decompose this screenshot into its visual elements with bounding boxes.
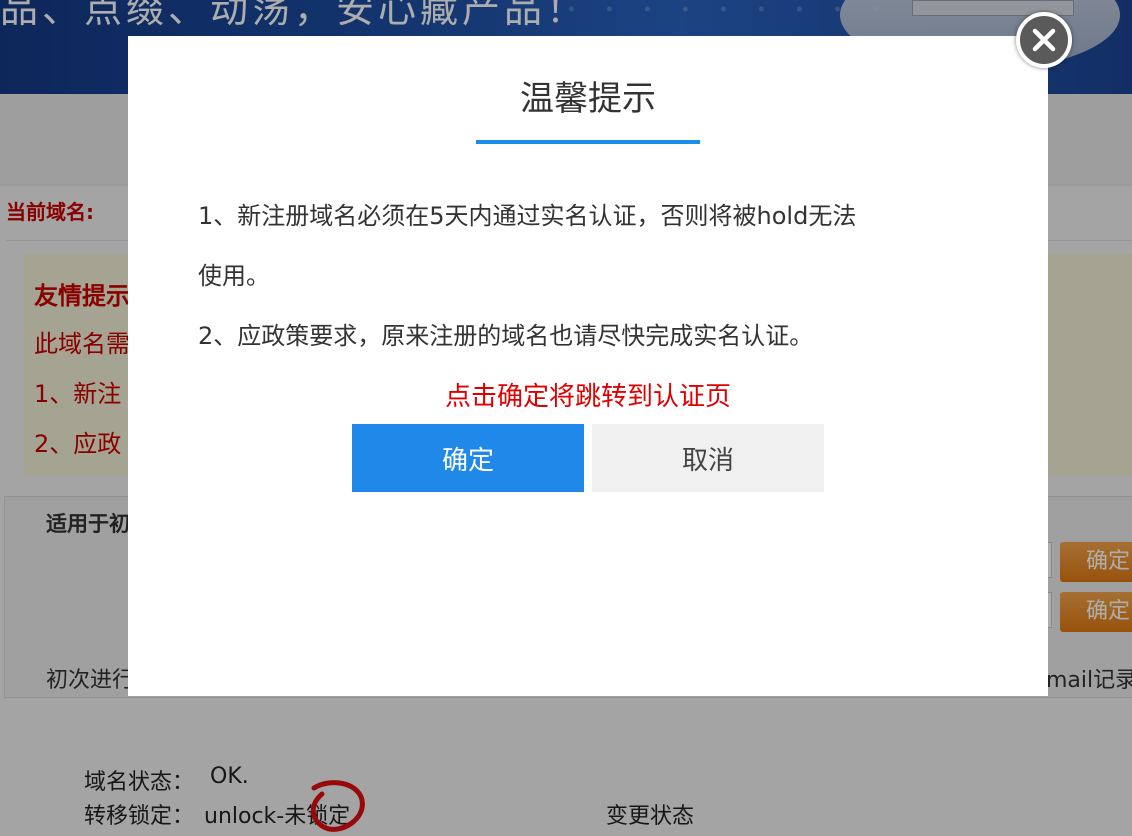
- message-line-1: 1、新注册域名必须在5天内通过实名认证，否则将被hold无法: [198, 202, 857, 230]
- message-line-2: 2、应政策要求，原来注册的域名也请尽快完成实名认证。: [198, 322, 814, 350]
- close-button[interactable]: [1016, 12, 1072, 68]
- confirm-button[interactable]: 确定: [352, 424, 584, 492]
- message-line-1-cont: 使用。: [198, 262, 270, 290]
- title-underline: [476, 140, 700, 144]
- cancel-button[interactable]: 取消: [592, 424, 824, 492]
- redirect-note: 点击确定将跳转到认证页: [444, 382, 731, 412]
- close-icon: [1032, 28, 1056, 52]
- dialog-title: 温馨提示: [520, 79, 656, 119]
- notice-dialog: 温馨提示 1、新注册域名必须在5天内通过实名认证，否则将被hold无法 使用。 …: [128, 36, 1048, 696]
